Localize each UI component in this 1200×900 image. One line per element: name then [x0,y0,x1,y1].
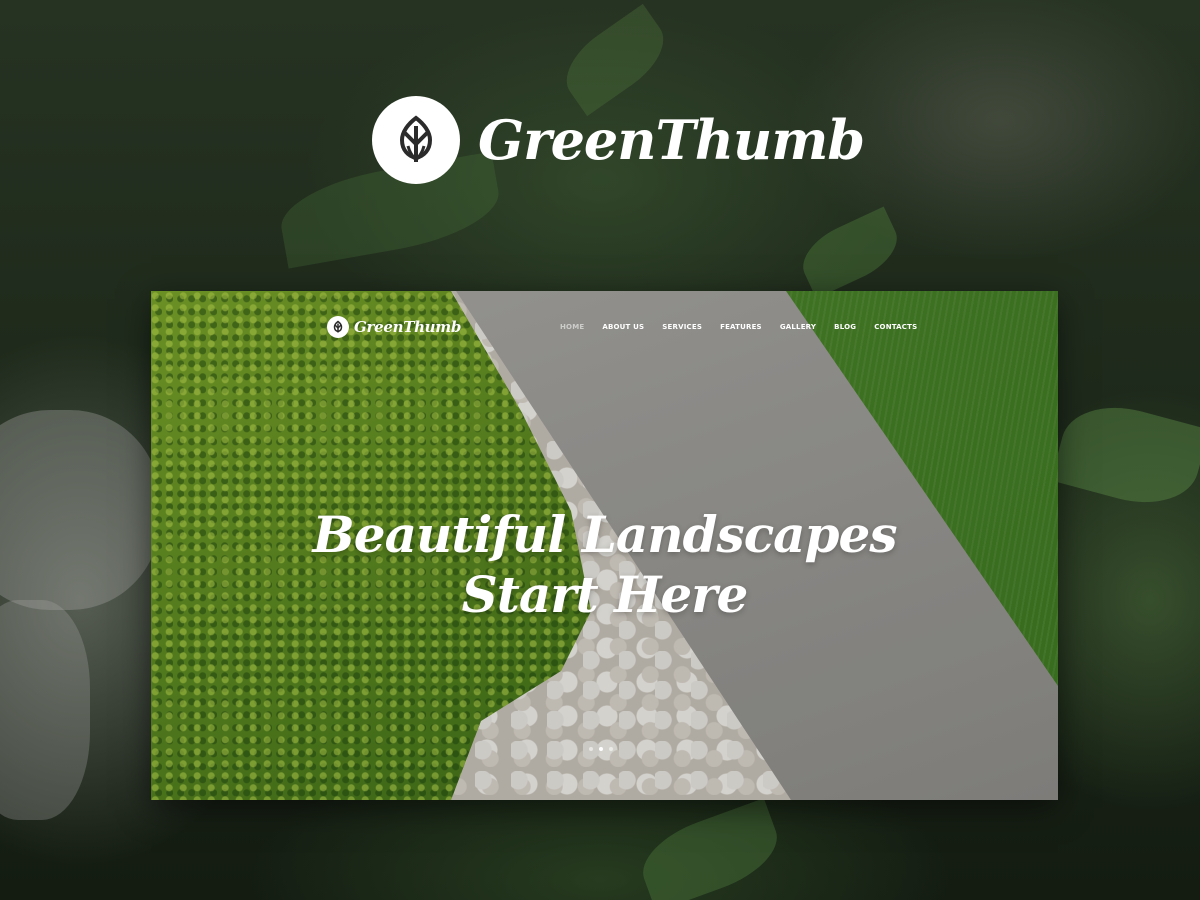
background-leaf [793,206,907,299]
nav-item-home[interactable]: HOME [560,323,584,331]
preview-header: GreenThumb HOME ABOUT US SERVICES FEATUR… [151,291,1058,367]
slider-dot-active[interactable] [599,747,603,751]
nav-item-about-us[interactable]: ABOUT US [602,323,644,331]
background-leaf [1050,393,1200,517]
brand-name: GreenThumb [478,108,865,172]
slider-dot[interactable] [609,747,613,751]
hero-title-line-1: Beautiful Landscapes [312,504,898,564]
background-glove-cuff [0,600,90,820]
hero-title-line-2: Start Here [461,564,749,624]
website-preview: GreenThumb HOME ABOUT US SERVICES FEATUR… [151,291,1058,800]
main-brand: GreenThumb [372,96,865,184]
slider-dot[interactable] [589,747,593,751]
page-background: GreenThumb GreenThumb HOME ABOUT US SERV… [0,0,1200,900]
background-glove [0,410,160,610]
nav-menu: HOME ABOUT US SERVICES FEATURES GALLERY … [560,323,935,331]
preview-brand-name: GreenThumb [354,318,462,336]
hero-title: Beautiful Landscapes Start Here [151,505,1058,625]
nav-item-features[interactable]: FEATURES [720,323,762,331]
slider-dots [589,747,619,751]
preview-brand[interactable]: GreenThumb [327,316,461,338]
nav-item-blog[interactable]: BLOG [834,323,856,331]
nav-item-contacts[interactable]: CONTACTS [874,323,917,331]
tulip-icon [327,316,349,338]
background-leaf [632,798,788,900]
nav-item-services[interactable]: SERVICES [662,323,702,331]
nav-item-gallery[interactable]: GALLERY [780,323,816,331]
tulip-icon [372,96,460,184]
